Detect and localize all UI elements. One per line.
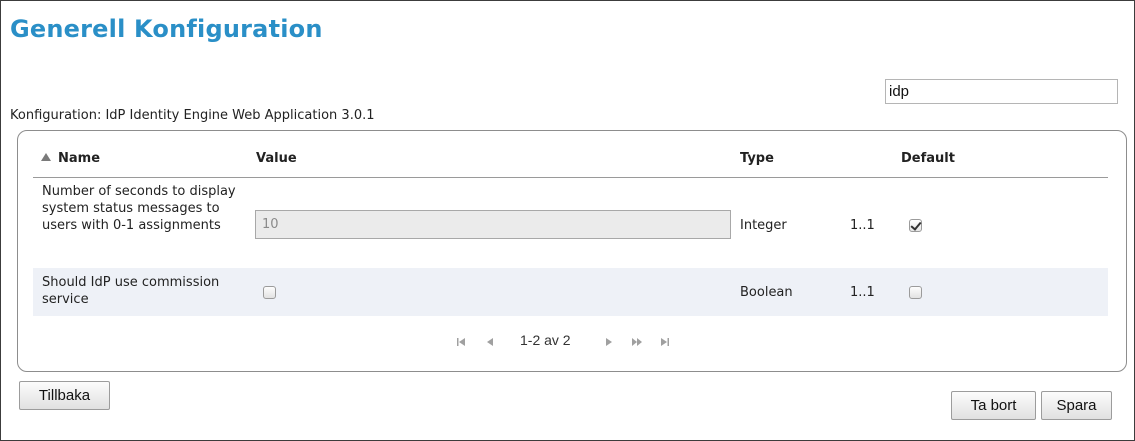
column-header-value[interactable]: Value bbox=[256, 151, 297, 166]
value-field[interactable] bbox=[255, 210, 731, 239]
column-header-name-label: Name bbox=[58, 151, 101, 166]
row-type: Integer bbox=[740, 218, 787, 233]
back-button[interactable]: Tillbaka bbox=[19, 381, 110, 410]
page-indicator: 1-2 av 2 bbox=[520, 332, 571, 348]
next-page-icon[interactable] bbox=[602, 335, 618, 349]
configuration-label: Konfiguration: IdP Identity Engine Web A… bbox=[10, 108, 375, 123]
delete-button[interactable]: Ta bort bbox=[951, 391, 1036, 420]
column-header-type[interactable]: Type bbox=[740, 151, 774, 166]
default-checkbox[interactable] bbox=[909, 286, 922, 299]
row-name: Number of seconds to display system stat… bbox=[42, 184, 236, 233]
save-button[interactable]: Spara bbox=[1041, 391, 1112, 420]
column-header-name[interactable]: Name bbox=[41, 151, 100, 166]
table-row: Should IdP use commission service Boolea… bbox=[33, 268, 1108, 316]
value-checkbox[interactable] bbox=[263, 286, 276, 299]
previous-page-icon[interactable] bbox=[483, 335, 499, 349]
last-page-icon[interactable] bbox=[658, 335, 674, 349]
row-multiplicity: 1..1 bbox=[850, 285, 875, 300]
configuration-table-panel: Name Value Type Default Number of second… bbox=[17, 130, 1127, 372]
first-page-icon[interactable] bbox=[454, 335, 470, 349]
fast-forward-icon[interactable] bbox=[630, 335, 646, 349]
page-title: Generell Konfiguration bbox=[10, 15, 323, 43]
column-header-default[interactable]: Default bbox=[901, 151, 955, 166]
header-divider bbox=[33, 177, 1108, 178]
row-multiplicity: 1..1 bbox=[850, 218, 875, 233]
table-row: Number of seconds to display system stat… bbox=[33, 180, 1108, 266]
sort-ascending-icon bbox=[41, 153, 51, 161]
search-input[interactable] bbox=[885, 79, 1118, 104]
pagination: 1-2 av 2 bbox=[18, 332, 1126, 352]
row-type: Boolean bbox=[740, 285, 793, 300]
default-checkbox[interactable] bbox=[909, 219, 922, 232]
row-name: Should IdP use commission service bbox=[42, 275, 220, 307]
